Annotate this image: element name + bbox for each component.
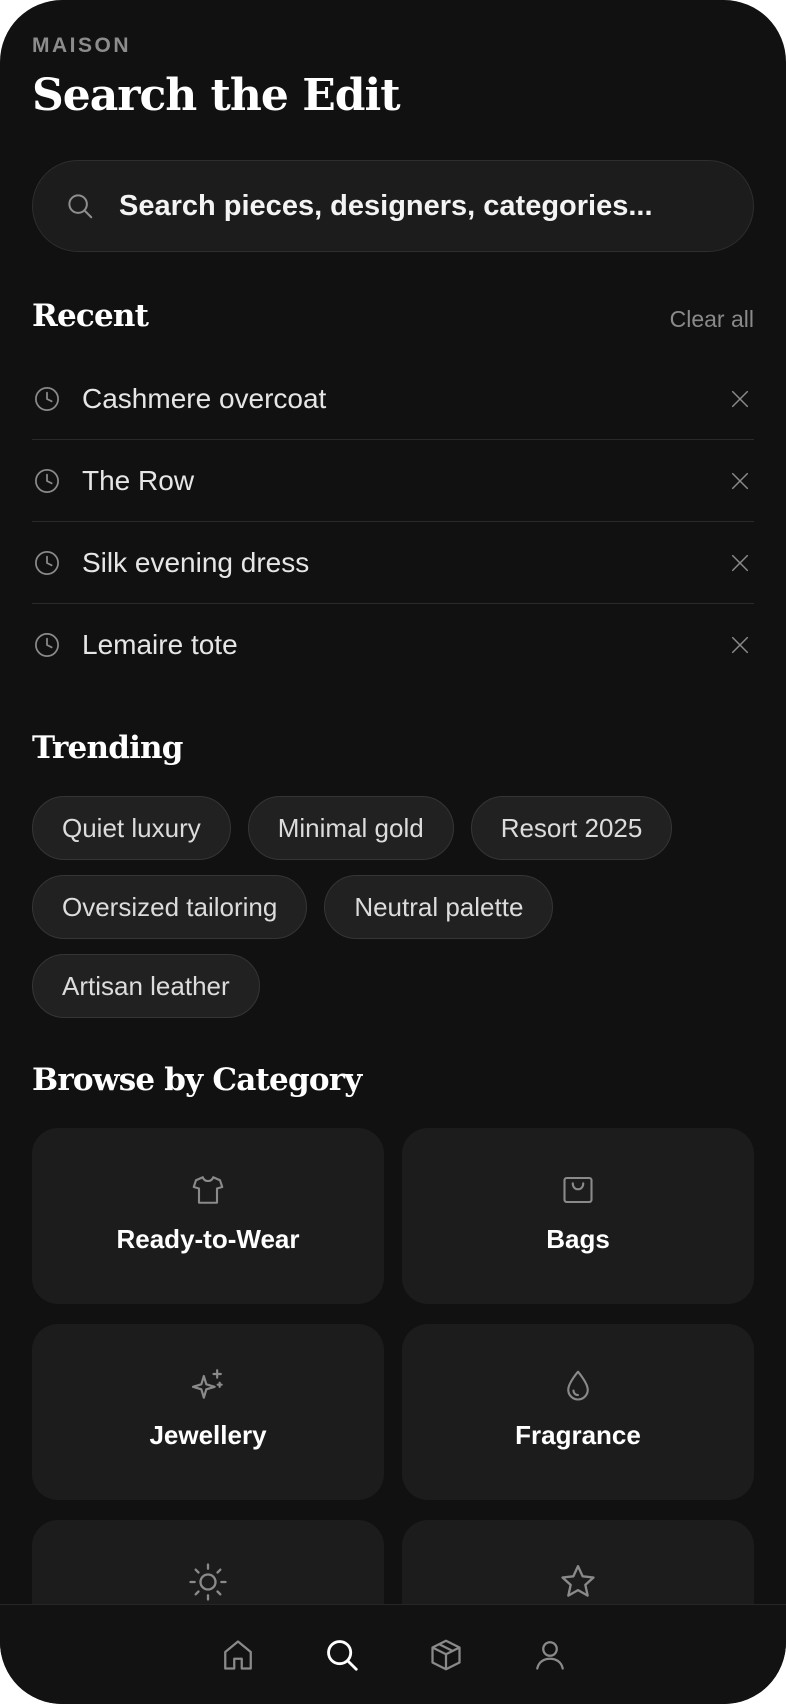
home-icon[interactable] xyxy=(218,1635,258,1675)
recent-item[interactable]: The Row xyxy=(32,440,754,522)
category-tile-fragrance[interactable]: Fragrance xyxy=(402,1324,754,1500)
recent-item-label: Cashmere overcoat xyxy=(82,382,327,414)
recent-item-label: Lemaire tote xyxy=(82,629,238,660)
tshirt-icon xyxy=(188,1170,228,1210)
star-icon xyxy=(558,1562,598,1602)
sun-icon xyxy=(188,1562,228,1602)
category-tile-ready-to-wear[interactable]: Ready-to-Wear xyxy=(32,1128,384,1304)
drop-icon xyxy=(558,1366,598,1406)
category-tile-bags[interactable]: Bags xyxy=(402,1128,754,1304)
trending-chip[interactable]: Minimal gold xyxy=(247,796,454,860)
trending-chips: Quiet luxury Minimal gold Resort 2025 Ov… xyxy=(32,796,754,1033)
page-title: Search the Edit xyxy=(32,70,401,121)
trending-title: Trending xyxy=(32,730,183,766)
profile-icon[interactable] xyxy=(530,1635,570,1675)
trending-chip[interactable]: Resort 2025 xyxy=(470,796,673,860)
category-tile-jewellery[interactable]: Jewellery xyxy=(32,1324,384,1500)
brand-label: MAISON xyxy=(32,34,131,57)
clock-icon xyxy=(32,630,62,660)
close-icon[interactable] xyxy=(726,385,754,413)
bottom-tab-bar xyxy=(0,1604,786,1704)
app-screen: MAISON Search the Edit Search pieces, de… xyxy=(0,0,786,1704)
clock-icon xyxy=(32,548,62,578)
recent-item[interactable]: Lemaire tote xyxy=(32,604,754,686)
category-label: Jewellery xyxy=(149,1420,267,1450)
clock-icon xyxy=(32,384,62,414)
recent-item-label: The Row xyxy=(82,464,195,496)
box-icon[interactable] xyxy=(426,1635,466,1675)
search-icon xyxy=(63,189,97,223)
search-input[interactable]: Search pieces, designers, categories... xyxy=(32,160,754,252)
sparkle-icon xyxy=(188,1366,228,1406)
search-icon[interactable] xyxy=(322,1635,362,1675)
trending-chip[interactable]: Oversized tailoring xyxy=(32,875,308,939)
clear-all-button[interactable]: Clear all xyxy=(670,306,754,333)
close-icon[interactable] xyxy=(726,631,754,659)
trending-chip[interactable]: Artisan leather xyxy=(32,954,260,1018)
close-icon[interactable] xyxy=(726,549,754,577)
clock-icon xyxy=(32,466,62,496)
category-label: Ready-to-Wear xyxy=(116,1224,300,1254)
close-icon[interactable] xyxy=(726,467,754,495)
recent-title: Recent xyxy=(32,298,149,334)
trending-chip[interactable]: Quiet luxury xyxy=(32,796,231,860)
recent-item[interactable]: Silk evening dress xyxy=(32,522,754,604)
categories-title: Browse by Category xyxy=(32,1062,362,1098)
category-label: Bags xyxy=(546,1224,610,1254)
recent-list: Cashmere overcoat The Row Silk evening d xyxy=(32,358,754,686)
recent-item-label: Silk evening dress xyxy=(82,546,310,578)
search-placeholder: Search pieces, designers, categories... xyxy=(119,189,653,222)
recent-item[interactable]: Cashmere overcoat xyxy=(32,358,754,440)
bag-icon xyxy=(558,1170,598,1210)
trending-chip[interactable]: Neutral palette xyxy=(324,875,554,939)
category-label: Fragrance xyxy=(515,1420,641,1450)
